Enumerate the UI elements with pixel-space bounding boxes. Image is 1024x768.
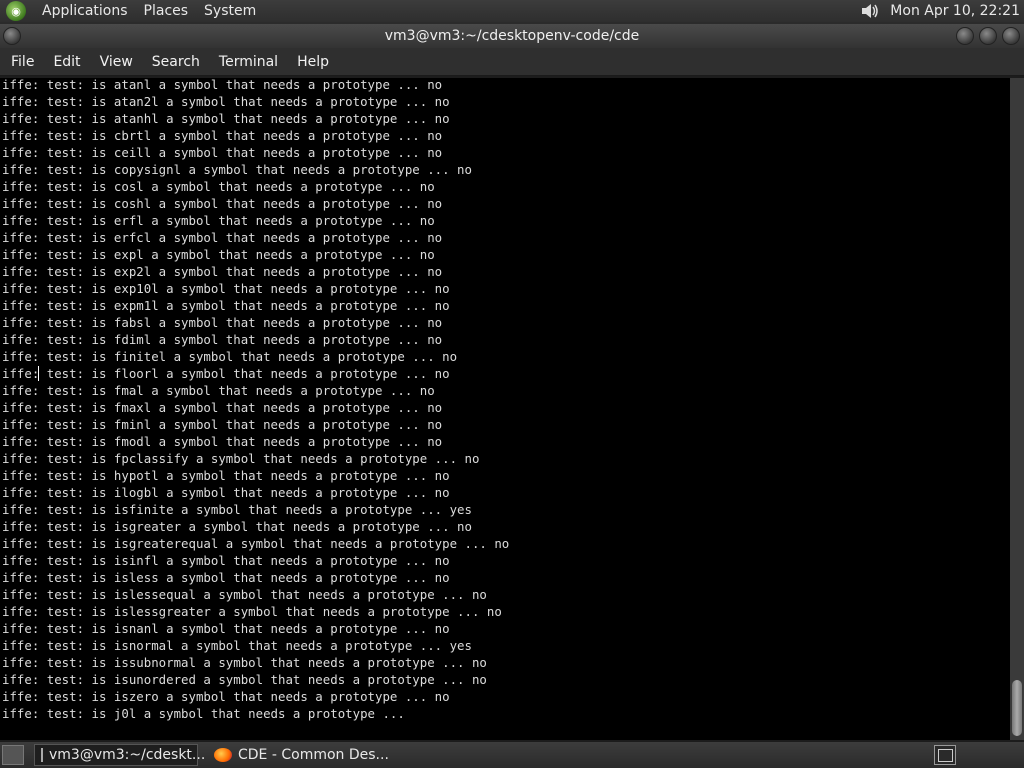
menu-view[interactable]: View: [92, 54, 141, 70]
terminal-line: iffe: test: is cosl a symbol that needs …: [2, 179, 435, 194]
terminal-line: iffe: test: is isnormal a symbol that ne…: [2, 638, 472, 653]
terminal-line: iffe: test: is exp10l a symbol that need…: [2, 281, 450, 296]
terminal-line: iffe: test: is isless a symbol that need…: [2, 570, 450, 585]
terminal-line: iffe: test: is fdiml a symbol that needs…: [2, 332, 443, 347]
terminal-line: iffe: test: is coshl a symbol that needs…: [2, 196, 443, 211]
terminal-window: vm3@vm3:~/cdesktopenv-code/cde File Edit…: [0, 24, 1024, 742]
terminal-line: iffe: test: is finitel a symbol that nee…: [2, 349, 458, 364]
terminal-line: iffe: test: is expm1l a symbol that need…: [2, 298, 450, 313]
terminal-line: iffe: test: is exp2l a symbol that needs…: [2, 264, 443, 279]
text-cursor-icon: [38, 366, 41, 381]
show-desktop-icon[interactable]: [2, 745, 24, 765]
terminal-line: iffe: test: is islessequal a symbol that…: [2, 587, 487, 602]
top-panel: ◉ Applications Places System Mon Apr 10,…: [0, 0, 1024, 22]
maximize-button[interactable]: [979, 27, 997, 45]
terminal-line: iffe: test: is iszero a symbol that need…: [2, 689, 450, 704]
task-firefox-label: CDE - Common Des...: [238, 747, 389, 763]
terminal-line: iffe: test: is issubnormal a symbol that…: [2, 655, 487, 670]
terminal-scrollbar[interactable]: [1010, 78, 1024, 740]
task-firefox[interactable]: CDE - Common Des...: [208, 744, 395, 766]
menu-file[interactable]: File: [3, 54, 42, 70]
applications-menu[interactable]: Applications: [34, 3, 136, 19]
terminal-menubar: File Edit View Search Terminal Help: [0, 48, 1024, 76]
terminal-line: iffe: test: is ilogbl a symbol that need…: [2, 485, 450, 500]
close-button[interactable]: [1002, 27, 1020, 45]
terminal-line: iffe: test: is floorl a symbol that need…: [2, 366, 450, 381]
terminal-line: iffe: test: is isunordered a symbol that…: [2, 672, 487, 687]
terminal-line: iffe: test: is hypotl a symbol that need…: [2, 468, 450, 483]
window-title: vm3@vm3:~/cdesktopenv-code/cde: [384, 28, 640, 44]
task-terminal[interactable]: vm3@vm3:~/cdeskt...: [34, 744, 205, 766]
terminal-line: iffe: test: is atanl a symbol that needs…: [2, 78, 443, 92]
terminal-line: iffe: test: is fminl a symbol that needs…: [2, 417, 443, 432]
places-menu[interactable]: Places: [136, 3, 197, 19]
terminal-output[interactable]: iffe: test: is atanl a symbol that needs…: [0, 78, 1010, 740]
terminal-line: iffe: test: is atan2l a symbol that need…: [2, 94, 450, 109]
workspace-switcher-icon[interactable]: [934, 745, 956, 765]
terminal-line: iffe: test: is atanhl a symbol that need…: [2, 111, 450, 126]
window-menu-button[interactable]: [3, 27, 21, 45]
distro-logo-icon[interactable]: ◉: [6, 1, 26, 21]
terminal-lines: iffe: test: is atanl a symbol that needs…: [0, 78, 1010, 722]
terminal-line: iffe: test: is erfcl a symbol that needs…: [2, 230, 443, 245]
terminal-line: iffe: test: is j0l a symbol that needs a…: [2, 706, 405, 721]
terminal-line: iffe: test: is islessgreater a symbol th…: [2, 604, 502, 619]
terminal-line: iffe: test: is fmaxl a symbol that needs…: [2, 400, 443, 415]
terminal-line: iffe: test: is isnanl a symbol that need…: [2, 621, 450, 636]
terminal-line: iffe: test: is fmal a symbol that needs …: [2, 383, 435, 398]
terminal-line: iffe: test: is expl a symbol that needs …: [2, 247, 435, 262]
volume-icon[interactable]: [860, 2, 880, 20]
terminal-line: iffe: test: is isgreater a symbol that n…: [2, 519, 472, 534]
bottom-taskbar: vm3@vm3:~/cdeskt... CDE - Common Des...: [0, 742, 1024, 768]
system-menu[interactable]: System: [196, 3, 264, 19]
menu-edit[interactable]: Edit: [45, 54, 88, 70]
terminal-line: iffe: test: is fabsl a symbol that needs…: [2, 315, 443, 330]
terminal-line: iffe: test: is isfinite a symbol that ne…: [2, 502, 472, 517]
menu-search[interactable]: Search: [144, 54, 208, 70]
minimize-button[interactable]: [956, 27, 974, 45]
terminal-icon: [41, 748, 43, 762]
window-controls: [956, 27, 1020, 45]
terminal-line: iffe: test: is copysignl a symbol that n…: [2, 162, 472, 177]
menu-terminal[interactable]: Terminal: [211, 54, 286, 70]
terminal-line: iffe: test: is fpclassify a symbol that …: [2, 451, 480, 466]
terminal-line: iffe: test: is isinfl a symbol that need…: [2, 553, 450, 568]
task-terminal-label: vm3@vm3:~/cdeskt...: [49, 747, 206, 763]
window-titlebar[interactable]: vm3@vm3:~/cdesktopenv-code/cde: [0, 24, 1024, 48]
firefox-icon: [214, 748, 232, 762]
terminal-line: iffe: test: is isgreaterequal a symbol t…: [2, 536, 510, 551]
clock[interactable]: Mon Apr 10, 22:21: [890, 3, 1020, 19]
terminal-line: iffe: test: is fmodl a symbol that needs…: [2, 434, 443, 449]
terminal-line: iffe: test: is ceill a symbol that needs…: [2, 145, 443, 160]
terminal-line: iffe: test: is cbrtl a symbol that needs…: [2, 128, 443, 143]
menu-help[interactable]: Help: [289, 54, 337, 70]
scrollbar-thumb[interactable]: [1012, 680, 1022, 736]
terminal-line: iffe: test: is erfl a symbol that needs …: [2, 213, 435, 228]
